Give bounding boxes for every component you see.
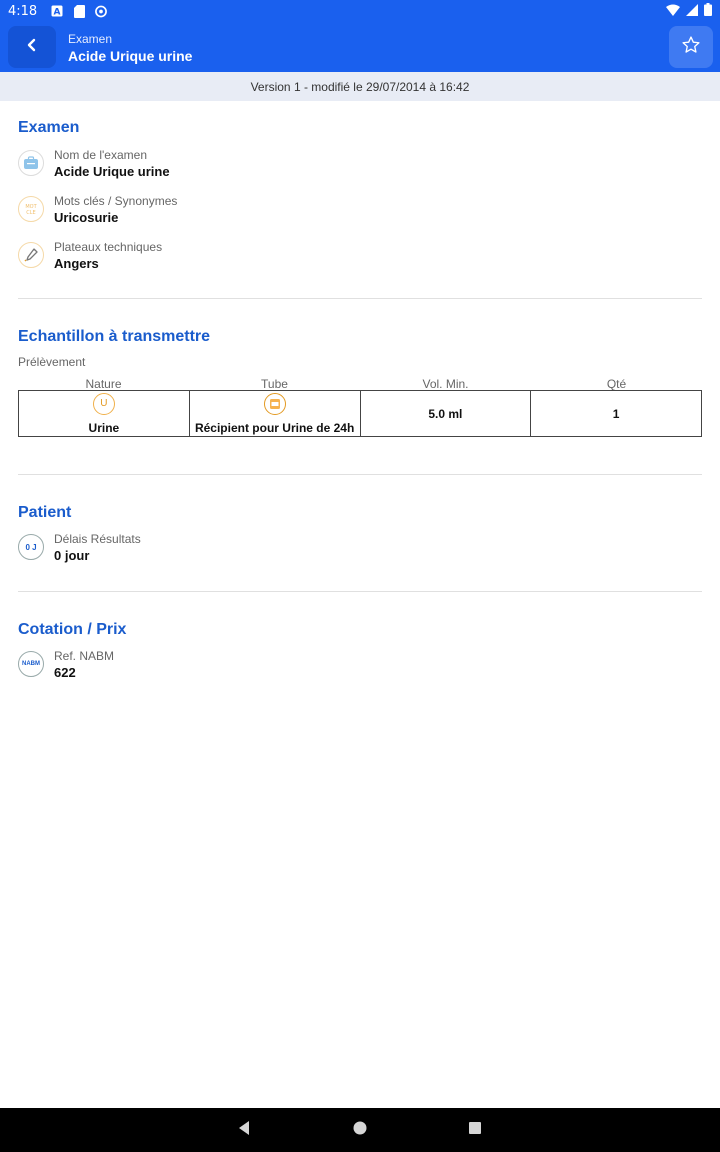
version-banner: Version 1 - modifié le 29/07/2014 à 16:4… — [0, 72, 720, 101]
field-label: Nom de l'examen — [54, 148, 147, 162]
nav-recents-button[interactable] — [463, 1118, 487, 1142]
nav-back-button[interactable] — [232, 1118, 256, 1142]
back-button[interactable] — [8, 26, 56, 68]
divider — [18, 591, 702, 592]
delay-icon: 0 J — [18, 534, 44, 560]
section-title-cotation: Cotation / Prix — [18, 621, 127, 638]
app-subtitle: Examen — [68, 32, 113, 46]
field-label: Délais Résultats — [54, 532, 141, 546]
field-delais: 0 J Délais Résultats 0 jour — [18, 531, 141, 565]
divider — [18, 474, 702, 475]
nature-value: Urine — [88, 420, 120, 435]
urine-icon: U — [92, 392, 115, 415]
a-icon: A — [51, 5, 63, 17]
field-value: 0 jour — [54, 548, 90, 563]
divider — [18, 298, 702, 299]
page-title: Acide Urique urine — [68, 48, 193, 64]
sample-table-row: U Urine Récipient pour Urine de 24h 5.0 … — [18, 390, 702, 437]
cell-tube: Récipient pour Urine de 24h — [190, 391, 361, 436]
battery-icon — [704, 3, 712, 19]
status-bar: 4:18 A — [0, 0, 720, 22]
triangle-back-icon — [237, 1120, 251, 1141]
status-time: 4:18 — [8, 3, 38, 19]
app-title-block: Examen Acide Urique urine — [68, 31, 192, 65]
nabm-icon: NABM — [18, 651, 44, 677]
col-header-nature: Nature — [85, 377, 122, 391]
section-title-patient: Patient — [18, 504, 72, 521]
prelevement-label: Prélèvement — [18, 355, 86, 369]
star-icon — [681, 35, 701, 60]
field-plateaux: Plateaux techniques Angers — [18, 239, 162, 273]
exam-name-icon — [18, 150, 44, 176]
delay-icon-text: 0 J — [25, 542, 37, 552]
system-nav-bar — [0, 1108, 720, 1152]
svg-text:A: A — [54, 8, 61, 18]
field-keywords: MOT CLE Mots clés / Synonymes Uricosurie — [18, 193, 177, 227]
col-header-qte: Qté — [606, 377, 627, 391]
favorite-button[interactable] — [669, 26, 713, 68]
circle-home-icon — [353, 1121, 367, 1140]
section-cotation: Cotation / Prix NABM Ref. NABM 622 — [18, 621, 702, 691]
qte-value: 1 — [612, 406, 620, 421]
field-label: Mots clés / Synonymes — [54, 194, 178, 208]
sd-card-icon — [73, 4, 85, 18]
cell-signal-icon — [686, 3, 698, 19]
col-header-tube: Tube — [261, 377, 288, 391]
version-text: Version 1 - modifié le 29/07/2014 à 16:4… — [250, 79, 470, 94]
field-nabm: NABM Ref. NABM 622 — [18, 648, 114, 682]
section-title-examen: Examen — [18, 119, 80, 136]
section-title-echantillon: Echantillon à transmettre — [18, 328, 211, 345]
field-value: Uricosurie — [54, 210, 119, 225]
field-value: Angers — [54, 256, 99, 271]
sync-icon — [95, 5, 108, 17]
field-value: Acide Urique urine — [54, 164, 170, 179]
chevron-left-icon — [25, 38, 39, 57]
app-bar: Examen Acide Urique urine — [0, 22, 720, 72]
cell-nature: U Urine — [19, 391, 190, 436]
container-24h-icon — [263, 392, 286, 415]
cell-qte: 1 — [531, 391, 701, 436]
wifi-icon — [666, 3, 680, 19]
nabm-icon-text: NABM — [22, 661, 40, 667]
section-patient: Patient 0 J Délais Résultats 0 jour — [18, 504, 702, 574]
keywords-icon: MOT CLE — [18, 196, 44, 222]
square-recents-icon — [468, 1121, 482, 1140]
sample-table-header: Nature Tube Vol. Min. Qté — [18, 377, 702, 391]
section-examen: Examen Nom de l'examen Acide Urique urin… — [18, 119, 702, 279]
field-label: Ref. NABM — [54, 649, 115, 663]
keywords-icon-text-line2: CLE — [26, 210, 35, 216]
tube-value: Récipient pour Urine de 24h — [194, 420, 355, 435]
field-exam-name: Nom de l'examen Acide Urique urine — [18, 147, 170, 181]
section-echantillon: Echantillon à transmettre Prélèvement Na… — [18, 328, 702, 458]
col-header-vol: Vol. Min. — [422, 377, 469, 391]
pipette-icon — [18, 242, 44, 268]
field-label: Plateaux techniques — [54, 240, 163, 254]
field-value: 622 — [54, 665, 76, 680]
cell-vol: 5.0 ml — [361, 391, 532, 436]
nav-home-button[interactable] — [348, 1118, 372, 1142]
vol-value: 5.0 ml — [428, 406, 463, 421]
